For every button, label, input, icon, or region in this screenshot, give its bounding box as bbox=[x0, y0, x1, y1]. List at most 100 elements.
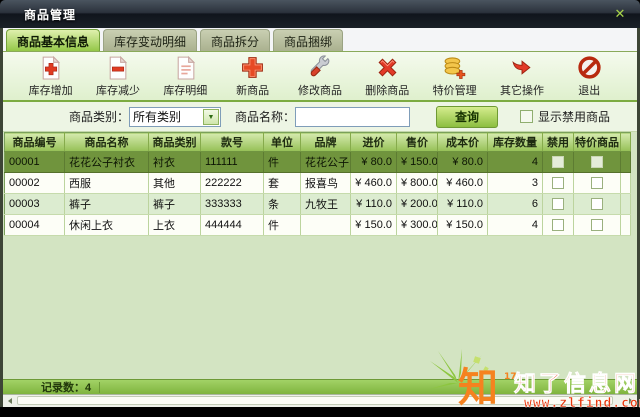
row-disabled-checkbox[interactable] bbox=[552, 156, 564, 168]
table-cell: 其他 bbox=[149, 173, 201, 194]
col-header-disabled[interactable]: 禁用 bbox=[543, 133, 574, 152]
table-cell: 00004 bbox=[5, 215, 65, 236]
table-cell: 条 bbox=[264, 194, 301, 215]
tool-label: 退出 bbox=[578, 82, 600, 98]
exit-icon bbox=[577, 55, 602, 80]
status-separator bbox=[99, 382, 100, 393]
table-cell-filler bbox=[621, 173, 631, 194]
tab-product-bundle[interactable]: 商品捆绑 bbox=[273, 29, 343, 51]
show-disabled-checkbox[interactable] bbox=[520, 110, 533, 123]
stock-increase-button[interactable]: 库存增加 bbox=[20, 55, 82, 98]
table-cell: 件 bbox=[264, 215, 301, 236]
special-price-button[interactable]: 特价管理 bbox=[424, 55, 486, 98]
search-button[interactable]: 查询 bbox=[436, 106, 498, 128]
tool-label: 修改商品 bbox=[298, 82, 342, 98]
stock-decrease-icon bbox=[105, 55, 130, 80]
other-actions-button[interactable]: 其它操作 bbox=[491, 55, 553, 98]
scroll-left-icon[interactable] bbox=[3, 395, 16, 407]
col-header-category[interactable]: 商品类别 bbox=[149, 133, 201, 152]
window-frame: 商品基本信息 库存变动明细 商品拆分 商品捆绑 库存增加 库存减少 bbox=[0, 28, 640, 407]
table-cell: ¥ 80.0 bbox=[351, 152, 397, 173]
stock-decrease-button[interactable]: 库存减少 bbox=[87, 55, 149, 98]
product-name-label: 商品名称： bbox=[235, 108, 295, 125]
tool-label: 其它操作 bbox=[500, 82, 544, 98]
tab-product-split[interactable]: 商品拆分 bbox=[200, 29, 270, 51]
table-cell: ¥ 110.0 bbox=[438, 194, 488, 215]
scrollbar-thumb[interactable] bbox=[17, 396, 613, 405]
row-disabled-checkbox[interactable] bbox=[552, 177, 564, 189]
scroll-right-icon[interactable] bbox=[624, 395, 637, 407]
row-special-price-checkbox[interactable] bbox=[591, 156, 603, 168]
col-header-style-no[interactable]: 款号 bbox=[201, 133, 264, 152]
table-cell: 衬衣 bbox=[149, 152, 201, 173]
table-cell: ¥ 460.0 bbox=[351, 173, 397, 194]
horizontal-scrollbar[interactable] bbox=[3, 394, 637, 407]
col-header-brand[interactable]: 品牌 bbox=[301, 133, 351, 152]
table-cell: 00002 bbox=[5, 173, 65, 194]
table-cell: ¥ 150.0 bbox=[438, 215, 488, 236]
product-name-input[interactable] bbox=[295, 107, 410, 127]
table-cell: 花花公子衬衣 bbox=[65, 152, 149, 173]
close-icon[interactable]: ✕ bbox=[612, 6, 628, 22]
delete-product-button[interactable]: 删除商品 bbox=[356, 55, 418, 98]
toolbar: 库存增加 库存减少 库存明细 新商品 bbox=[3, 52, 637, 102]
row-disabled-checkbox[interactable] bbox=[552, 219, 564, 231]
table-cell: ¥ 300.0 bbox=[397, 215, 438, 236]
col-header-purchase-price[interactable]: 进价 bbox=[351, 133, 397, 152]
new-product-icon bbox=[240, 55, 265, 80]
table-cell bbox=[543, 194, 574, 215]
table-cell: ¥ 110.0 bbox=[351, 194, 397, 215]
row-special-price-checkbox[interactable] bbox=[591, 219, 603, 231]
col-header-stock-qty[interactable]: 库存数量 bbox=[488, 133, 543, 152]
title-bar[interactable]: 商品管理 ✕ bbox=[0, 0, 640, 28]
table-header-row: 商品编号 商品名称 商品类别 款号 单位 品牌 进价 售价 成本价 库存数量 禁… bbox=[5, 133, 631, 152]
table-cell: 裤子 bbox=[149, 194, 201, 215]
table-cell: 4 bbox=[488, 215, 543, 236]
col-header-special-price[interactable]: 特价商品 bbox=[574, 133, 621, 152]
tool-label: 特价管理 bbox=[433, 82, 477, 98]
tab-stock-changes[interactable]: 库存变动明细 bbox=[103, 29, 197, 51]
scrollbar-track[interactable] bbox=[16, 395, 624, 407]
table-cell: 111111 bbox=[201, 152, 264, 173]
row-special-price-checkbox[interactable] bbox=[591, 177, 603, 189]
table-row[interactable]: 00002西服其他222222套报喜鸟¥ 460.0¥ 800.0¥ 460.0… bbox=[5, 173, 631, 194]
grid-body: 00001花花公子衬衣衬衣111111件花花公子¥ 80.0¥ 150.0¥ 8… bbox=[5, 152, 631, 236]
window-title: 商品管理 bbox=[0, 6, 76, 23]
table-cell: 件 bbox=[264, 152, 301, 173]
table-cell: 4 bbox=[488, 152, 543, 173]
edit-product-button[interactable]: 修改商品 bbox=[289, 55, 351, 98]
filter-bar: 商品类别： 所有类别 ▼ 商品名称： 查询 显示禁用商品 bbox=[3, 102, 637, 132]
col-header-cost-price[interactable]: 成本价 bbox=[438, 133, 488, 152]
table-cell: 6 bbox=[488, 194, 543, 215]
table-cell bbox=[543, 152, 574, 173]
col-header-sale-price[interactable]: 售价 bbox=[397, 133, 438, 152]
tool-label: 库存减少 bbox=[96, 82, 140, 98]
stock-detail-icon bbox=[173, 55, 198, 80]
table-cell: ¥ 150.0 bbox=[397, 152, 438, 173]
table-cell: 休闲上衣 bbox=[65, 215, 149, 236]
table-row[interactable]: 00003裤子裤子333333条九牧王¥ 110.0¥ 200.0¥ 110.0… bbox=[5, 194, 631, 215]
table-cell: 00001 bbox=[5, 152, 65, 173]
col-header-product-id[interactable]: 商品编号 bbox=[5, 133, 65, 152]
table-row[interactable]: 00001花花公子衬衣衬衣111111件花花公子¥ 80.0¥ 150.0¥ 8… bbox=[5, 152, 631, 173]
bottom-edge bbox=[0, 407, 640, 417]
tab-basic-info[interactable]: 商品基本信息 bbox=[6, 29, 100, 51]
special-price-icon bbox=[442, 55, 467, 80]
col-header-product-name[interactable]: 商品名称 bbox=[65, 133, 149, 152]
stock-detail-button[interactable]: 库存明细 bbox=[154, 55, 216, 98]
table-row[interactable]: 00004休闲上衣上衣444444件¥ 150.0¥ 300.0¥ 150.04 bbox=[5, 215, 631, 236]
product-table: 商品编号 商品名称 商品类别 款号 单位 品牌 进价 售价 成本价 库存数量 禁… bbox=[4, 132, 631, 236]
chevron-down-icon[interactable]: ▼ bbox=[203, 109, 219, 125]
table-cell: 444444 bbox=[201, 215, 264, 236]
grid-area: 商品编号 商品名称 商品类别 款号 单位 品牌 进价 售价 成本价 库存数量 禁… bbox=[3, 132, 637, 379]
table-cell bbox=[301, 215, 351, 236]
row-disabled-checkbox[interactable] bbox=[552, 198, 564, 210]
tool-label: 删除商品 bbox=[365, 82, 409, 98]
new-product-button[interactable]: 新商品 bbox=[222, 55, 284, 98]
table-cell bbox=[574, 194, 621, 215]
table-cell bbox=[543, 173, 574, 194]
col-header-unit[interactable]: 单位 bbox=[264, 133, 301, 152]
row-special-price-checkbox[interactable] bbox=[591, 198, 603, 210]
exit-button[interactable]: 退出 bbox=[558, 55, 620, 98]
category-select[interactable]: 所有类别 ▼ bbox=[129, 107, 221, 127]
